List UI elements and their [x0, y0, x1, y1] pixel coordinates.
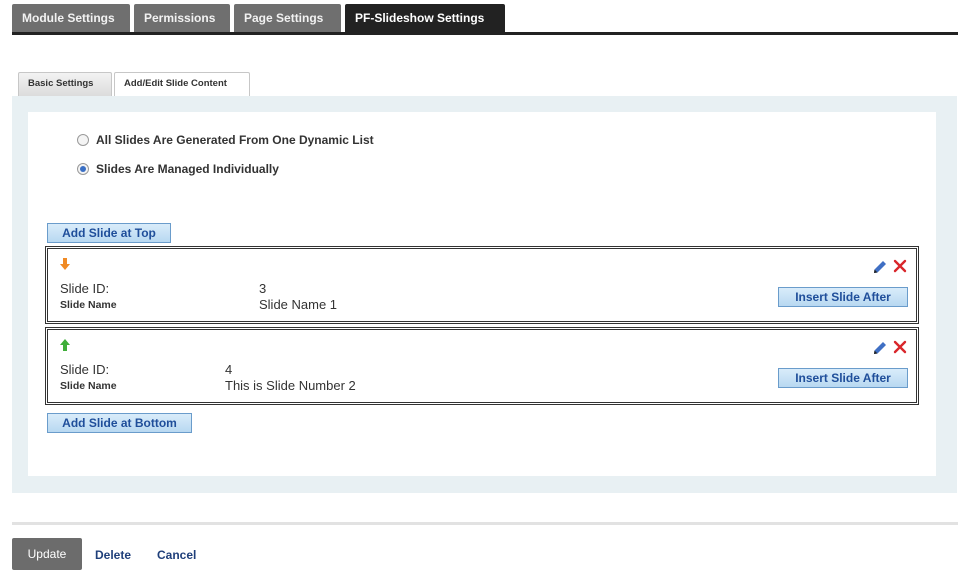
radio-dynamic-list[interactable]: All Slides Are Generated From One Dynami…: [77, 133, 374, 147]
radio-button-dynamic-list[interactable]: [77, 134, 89, 146]
add-slide-top-button[interactable]: Add Slide at Top: [47, 223, 171, 243]
insert-slide-after-button[interactable]: Insert Slide After: [778, 368, 908, 388]
module-tabs: Module Settings Permissions Page Setting…: [12, 4, 509, 32]
footer-divider: [12, 522, 958, 525]
slide-id-label: Slide ID:: [60, 281, 110, 296]
slide-id-label: Slide ID:: [60, 362, 110, 377]
tab-page-settings[interactable]: Page Settings: [234, 4, 341, 32]
radio-label-managed-individually: Slides Are Managed Individually: [96, 162, 279, 176]
delete-x-icon[interactable]: [893, 259, 907, 273]
tab-add-edit-slide-content[interactable]: Add/Edit Slide Content: [114, 72, 250, 96]
cancel-link[interactable]: Cancel: [157, 548, 196, 562]
slide-item: Slide ID: 4 Slide Name This is Slide Num…: [45, 327, 919, 405]
delete-link[interactable]: Delete: [95, 548, 131, 562]
slide-name-value: Slide Name 1: [259, 297, 338, 312]
radio-button-managed-individually[interactable]: [77, 163, 89, 175]
radio-label-dynamic-list: All Slides Are Generated From One Dynami…: [96, 133, 374, 147]
settings-subtabs: Basic Settings Add/Edit Slide Content: [18, 72, 252, 96]
insert-slide-after-button[interactable]: Insert Slide After: [778, 287, 908, 307]
arrow-down-icon[interactable]: [60, 258, 70, 270]
arrow-up-icon[interactable]: [60, 339, 70, 351]
slide-id-value: 4: [225, 362, 233, 377]
edit-pencil-icon[interactable]: [873, 260, 887, 274]
delete-x-icon[interactable]: [893, 340, 907, 354]
slide-name-label: Slide Name: [60, 380, 117, 392]
tab-basic-settings[interactable]: Basic Settings: [18, 72, 112, 96]
radio-managed-individually[interactable]: Slides Are Managed Individually: [77, 162, 279, 176]
tabs-divider: [12, 32, 958, 35]
edit-pencil-icon[interactable]: [873, 341, 887, 355]
slide-name-value: This is Slide Number 2: [225, 378, 356, 393]
tab-permissions[interactable]: Permissions: [134, 4, 230, 32]
update-button[interactable]: Update: [12, 538, 82, 570]
slide-name-label: Slide Name: [60, 299, 117, 311]
tab-pf-slideshow-settings[interactable]: PF-Slideshow Settings: [345, 4, 505, 32]
slide-id-value: 3: [259, 281, 267, 296]
slide-item: Slide ID: 3 Slide Name Slide Name 1 Inse…: [45, 246, 919, 324]
add-slide-bottom-button[interactable]: Add Slide at Bottom: [47, 413, 192, 433]
tab-module-settings[interactable]: Module Settings: [12, 4, 130, 32]
